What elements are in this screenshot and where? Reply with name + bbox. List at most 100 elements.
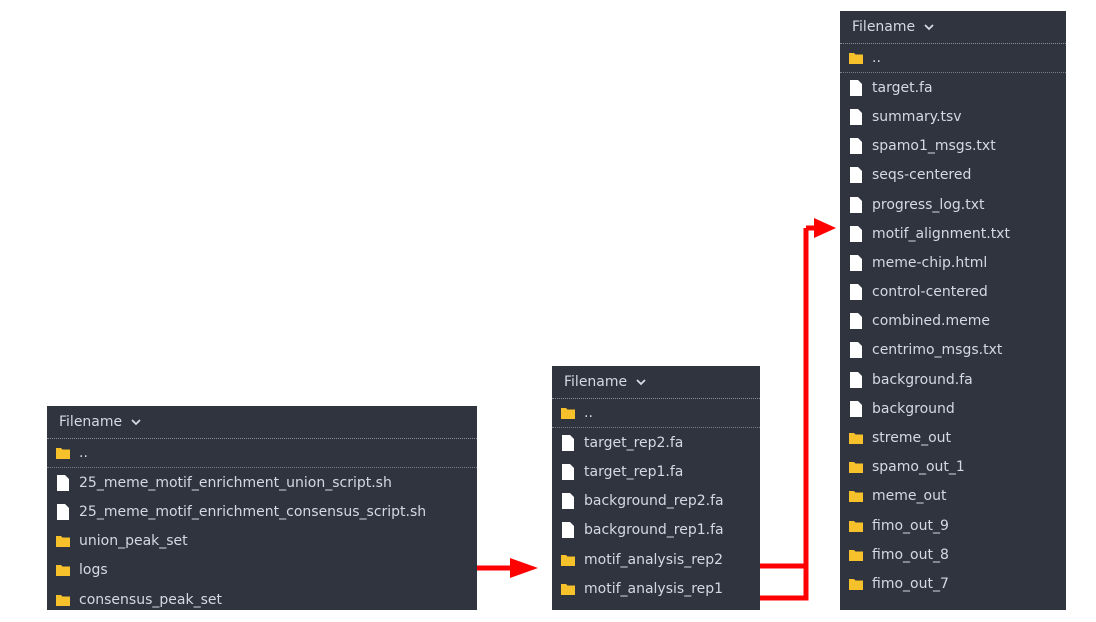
folder-icon xyxy=(849,462,863,474)
file-row[interactable]: 25_meme_motif_enrichment_union_script.sh xyxy=(47,468,477,497)
folder-row[interactable]: fimo_out_8 xyxy=(840,540,1066,569)
chevron-down-icon[interactable] xyxy=(923,21,935,33)
folder-icon xyxy=(56,448,70,460)
item-name: motif_alignment.txt xyxy=(872,225,1010,242)
item-name: .. xyxy=(584,405,593,422)
folder-icon xyxy=(561,583,575,595)
file-icon xyxy=(850,313,862,330)
parent-directory-row[interactable]: .. xyxy=(47,439,477,469)
file-icon xyxy=(850,371,862,388)
item-name: centrimo_msgs.txt xyxy=(872,342,1003,359)
connector-rep1-to-results xyxy=(756,566,809,601)
file-icon xyxy=(850,284,862,301)
file-icon xyxy=(850,342,862,359)
item-name: seqs-centered xyxy=(872,167,972,184)
file-row[interactable]: meme-chip.html xyxy=(840,248,1066,277)
folder-row[interactable]: streme_out xyxy=(840,423,1066,452)
folder-icon xyxy=(849,433,863,445)
file-icon xyxy=(57,474,69,491)
folder-icon xyxy=(56,594,70,606)
file-icon xyxy=(562,434,574,451)
file-row[interactable]: background xyxy=(840,394,1066,423)
item-name: background.fa xyxy=(872,371,973,388)
folder-row[interactable]: meme_out xyxy=(840,482,1066,511)
folder-icon xyxy=(849,520,863,532)
item-name: .. xyxy=(872,50,881,67)
file-icon xyxy=(562,463,574,480)
file-row[interactable]: target.fa xyxy=(840,73,1066,102)
file-icon xyxy=(850,79,862,96)
folder-icon xyxy=(849,53,863,65)
item-name: 25_meme_motif_enrichment_union_script.sh xyxy=(79,474,392,491)
file-icon xyxy=(850,225,862,242)
connector-rep2-to-results xyxy=(756,228,809,569)
file-icon xyxy=(562,493,574,510)
file-row[interactable]: summary.tsv xyxy=(840,102,1066,131)
file-row[interactable]: combined.meme xyxy=(840,307,1066,336)
item-name: fimo_out_8 xyxy=(872,546,949,563)
file-row[interactable]: motif_alignment.txt xyxy=(840,219,1066,248)
item-name: streme_out xyxy=(872,430,952,447)
item-name: control-centered xyxy=(872,284,988,301)
file-row[interactable]: target_rep1.fa xyxy=(552,457,760,486)
file-icon xyxy=(850,108,862,125)
column-header-label: Filename xyxy=(852,19,916,35)
folder-icon xyxy=(56,536,70,548)
file-row[interactable]: progress_log.txt xyxy=(840,190,1066,219)
item-name: meme_out xyxy=(872,488,947,505)
item-name: meme-chip.html xyxy=(872,254,988,271)
item-name: consensus_peak_set xyxy=(79,591,222,608)
item-name: spamo1_msgs.txt xyxy=(872,138,996,155)
folder-row[interactable]: motif_analysis_rep2 xyxy=(552,545,760,574)
file-row[interactable]: centrimo_msgs.txt xyxy=(840,336,1066,365)
parent-directory-row[interactable]: .. xyxy=(840,44,1066,74)
filename-column-header[interactable]: Filename xyxy=(840,11,1066,44)
filename-column-header[interactable]: Filename xyxy=(552,366,760,399)
folder-row[interactable]: fimo_out_7 xyxy=(840,569,1066,598)
arrowhead-to-rep-folders xyxy=(510,558,538,578)
folder-row[interactable]: logs xyxy=(47,556,477,585)
folder-icon xyxy=(849,491,863,503)
chevron-down-icon[interactable] xyxy=(635,376,647,388)
file-row[interactable]: background_rep1.fa xyxy=(552,516,760,545)
item-name: 25_meme_motif_enrichment_consensus_scrip… xyxy=(79,503,427,520)
folder-icon xyxy=(849,549,863,561)
item-name: logs xyxy=(79,562,108,579)
filename-column-header[interactable]: Filename xyxy=(47,406,477,439)
item-name: background_rep2.fa xyxy=(584,493,724,510)
column-header-label: Filename xyxy=(564,374,628,390)
arrowhead-to-results xyxy=(814,218,836,238)
file-row[interactable]: seqs-centered xyxy=(840,161,1066,190)
file-icon xyxy=(850,400,862,417)
item-name: combined.meme xyxy=(872,313,991,330)
item-name: background_rep1.fa xyxy=(584,522,724,539)
file-row[interactable]: target_rep2.fa xyxy=(552,428,760,457)
folder-row[interactable]: union_peak_set xyxy=(47,527,477,556)
folder-icon xyxy=(561,554,575,566)
file-icon xyxy=(850,138,862,155)
file-panel-motif-analysis: Filename.. target.fa summary.tsv spamo1_msg… xyxy=(840,11,1066,610)
item-name: union_peak_set xyxy=(79,533,188,550)
file-icon xyxy=(850,254,862,271)
item-name: progress_log.txt xyxy=(872,196,985,213)
folder-row[interactable]: fimo_out_9 xyxy=(840,511,1066,540)
file-panel-peak-set: Filename.. target_rep2.fa target_rep1.faba… xyxy=(552,366,760,610)
file-icon xyxy=(850,167,862,184)
file-icon xyxy=(850,196,862,213)
file-row[interactable]: background.fa xyxy=(840,365,1066,394)
file-row[interactable]: background_rep2.fa xyxy=(552,487,760,516)
folder-row[interactable]: consensus_peak_set xyxy=(47,585,477,614)
folder-row[interactable]: spamo_out_1 xyxy=(840,453,1066,482)
item-name: fimo_out_7 xyxy=(872,575,949,592)
item-name: fimo_out_9 xyxy=(872,517,949,534)
folder-row[interactable]: motif_analysis_rep1 xyxy=(552,574,760,603)
item-name: summary.tsv xyxy=(872,108,962,125)
file-icon xyxy=(57,503,69,520)
parent-directory-row[interactable]: .. xyxy=(552,399,760,429)
chevron-down-icon[interactable] xyxy=(130,416,142,428)
file-row[interactable]: 25_meme_motif_enrichment_consensus_scrip… xyxy=(47,497,477,526)
file-panel-top-level: Filename.. 25_meme_motif_enrichment_union… xyxy=(47,406,477,610)
file-row[interactable]: control-centered xyxy=(840,278,1066,307)
file-row[interactable]: spamo1_msgs.txt xyxy=(840,132,1066,161)
item-name: spamo_out_1 xyxy=(872,459,965,476)
